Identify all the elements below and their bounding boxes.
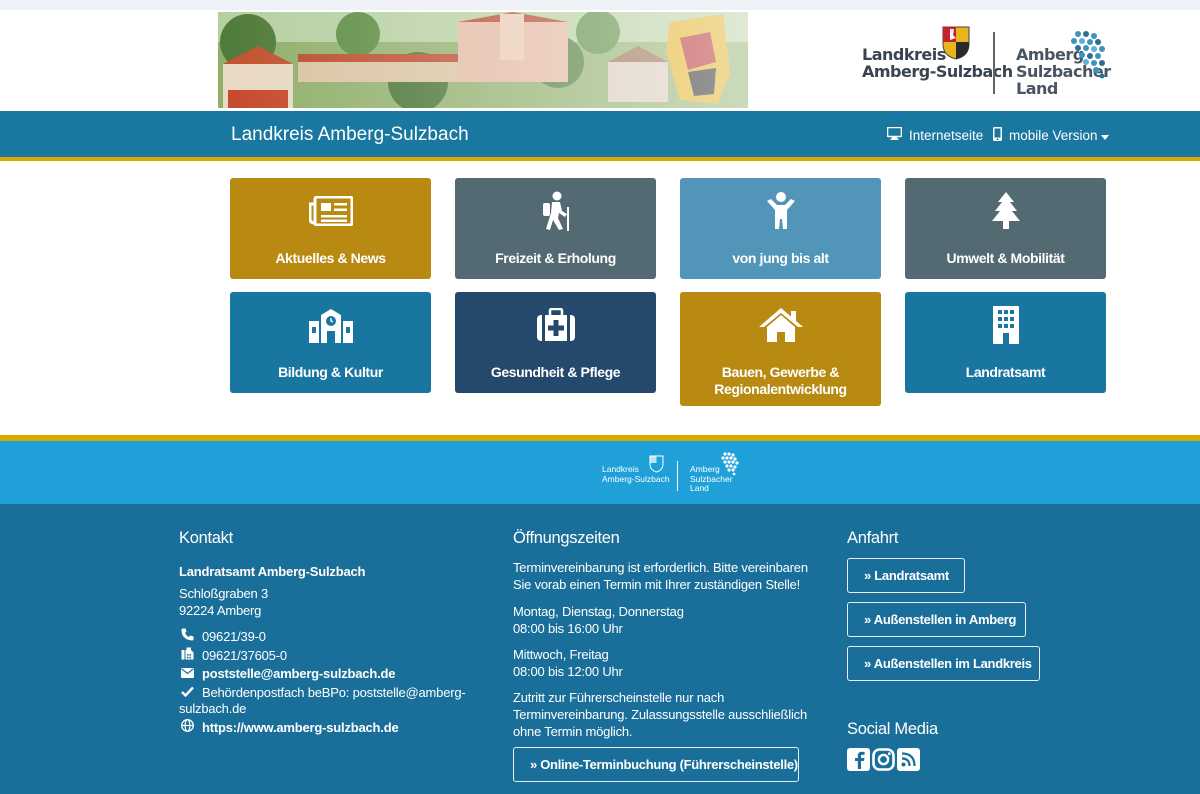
kontakt-website-value: https://www.amberg-sulzbach.de — [202, 719, 399, 735]
tile-jung-alt[interactable]: von jung bis alt — [680, 178, 881, 279]
tile-label: Bildung & Kultur — [278, 364, 383, 380]
oeffnung-block1: Montag, Dienstag, Donnerstag 08:00 bis 1… — [513, 603, 684, 637]
house-icon — [758, 306, 804, 344]
kontakt-phone[interactable]: 09621/39-0 — [181, 628, 266, 644]
oeffnung-hours1: 08:00 bis 16:00 Uhr — [513, 621, 623, 636]
oeffnung-p1: Terminvereinbarung ist erforderlich. Bit… — [513, 559, 808, 593]
monitor-icon — [886, 126, 903, 143]
landratsamt-directions-button[interactable]: » Landratsamt — [847, 558, 965, 593]
tile-label: Gesundheit & Pflege — [490, 364, 621, 380]
newspaper-icon — [308, 192, 353, 230]
phone-handset-icon — [181, 628, 194, 644]
oeffnung-p2-line3: ohne Termin möglich. — [513, 724, 633, 739]
kontakt-website-link[interactable]: https://www.amberg-sulzbach.de — [181, 719, 399, 735]
landkreis-logo-text: Landkreis Amberg-Sulzbach — [862, 46, 1013, 80]
kontakt-bebpo: Behördenpostfach beBPo: poststelle@amber… — [181, 685, 466, 700]
tile-bildung[interactable]: Bildung & Kultur — [230, 292, 431, 393]
footer-logo-amberg-line3: Land — [690, 483, 709, 493]
landkreis-logo-line1: Landkreis — [862, 45, 946, 64]
banner-photo — [218, 12, 748, 108]
tile-landratsamt[interactable]: Landratsamt — [905, 292, 1106, 393]
tile-bauen[interactable]: Bauen, Gewerbe & Regionalentwicklung — [680, 292, 881, 406]
footer-logo-divider — [677, 461, 678, 491]
kontakt-heading: Kontakt — [179, 529, 233, 547]
school-icon — [307, 306, 355, 344]
child-icon — [765, 192, 797, 230]
tile-label: Umwelt & Mobilität — [946, 250, 1065, 266]
instagram-icon[interactable] — [872, 748, 895, 771]
caret-down-icon — [1100, 128, 1109, 143]
tile-label-line1: Bauen, Gewerbe & — [721, 364, 840, 380]
oeffnung-hours2: 08:00 bis 12:00 Uhr — [513, 664, 623, 679]
kontakt-fax: 09621/37605-0 — [181, 647, 287, 663]
top-strip — [0, 0, 1200, 10]
tile-label: Bauen, Gewerbe & Regionalentwicklung — [680, 364, 881, 398]
coat-of-arms-icon — [942, 26, 970, 65]
footer-crest-icon — [649, 455, 664, 478]
oeffnung-p2-line2: Terminvereinbarung. Zulassungsstelle aus… — [513, 707, 807, 722]
tile-label-line2: Regionalentwicklung — [714, 381, 847, 397]
rss-icon[interactable] — [897, 748, 920, 771]
footer-logo-band: Landkreis Amberg-Sulzbach Amberg Sulzbac… — [0, 441, 1200, 504]
fax-icon — [181, 647, 194, 663]
tile-label: von jung bis alt — [732, 250, 829, 266]
site-title[interactable]: Landkreis Amberg-Sulzbach — [231, 124, 469, 146]
envelope-icon — [181, 666, 194, 681]
oeffnung-days1: Montag, Dienstag, Donnerstag — [513, 604, 684, 619]
internet-version-label: Internetseite — [909, 127, 984, 143]
tile-label: Freizeit & Erholung — [495, 250, 616, 266]
mobile-version-dropdown[interactable]: mobile Version — [993, 127, 1109, 144]
oeffnung-days2: Mittwoch, Freitag — [513, 647, 609, 662]
tile-aktuelles[interactable]: Aktuelles & News — [230, 178, 431, 279]
kontakt-fax-value: 09621/37605-0 — [202, 647, 287, 663]
oeffnung-block2: Mittwoch, Freitag 08:00 bis 12:00 Uhr — [513, 646, 623, 680]
oeffnung-p1-line2: Sie vorab einen Termin mit Ihrer zuständ… — [513, 577, 801, 592]
navbar-accent-line — [0, 157, 1200, 161]
social-heading: Social Media — [847, 720, 938, 738]
tree-icon — [991, 192, 1021, 230]
kontakt-bebpo-line2: sulzbach.de — [179, 701, 247, 716]
tile-label: Landratsamt — [965, 364, 1046, 380]
facebook-icon[interactable] — [847, 748, 870, 771]
medical-kit-icon — [536, 306, 576, 344]
kontakt-bebpo-line1: Behördenpostfach beBPo: poststelle@amber… — [202, 685, 466, 700]
kontakt-phone-value: 09621/39-0 — [202, 628, 266, 644]
anfahrt-heading: Anfahrt — [847, 529, 899, 547]
dot-cluster-icon — [1064, 30, 1108, 85]
header-banner: Landkreis Amberg-Sulzbach Amberg Sulzbac… — [0, 10, 1200, 111]
mobile-version-label: mobile Version — [1009, 128, 1098, 143]
footer-dot-cluster-icon — [718, 452, 740, 483]
tile-freizeit[interactable]: Freizeit & Erholung — [455, 178, 656, 279]
logo-divider — [993, 32, 995, 94]
oeffnung-p2: Zutritt zur Führerscheinstelle nur nach … — [513, 689, 807, 740]
online-booking-button[interactable]: » Online-Terminbuchung (Führerscheinstel… — [513, 747, 799, 782]
building-icon — [991, 306, 1021, 344]
oeffnung-heading: Öffnungszeiten — [513, 529, 620, 547]
landkreis-logo-line2: Amberg-Sulzbach — [862, 62, 1013, 81]
checkmark-icon — [181, 685, 194, 700]
hiker-icon — [540, 191, 572, 231]
aussenstellen-amberg-button[interactable]: » Außenstellen in Amberg — [847, 602, 1026, 637]
tile-gesundheit[interactable]: Gesundheit & Pflege — [455, 292, 656, 393]
aussenstellen-landkreis-button[interactable]: » Außenstellen im Landkreis — [847, 646, 1040, 681]
kontakt-city: 92224 Amberg — [179, 603, 262, 618]
oeffnung-p2-line1: Zutritt zur Führerscheinstelle nur nach — [513, 690, 725, 705]
internet-version-link[interactable]: Internetseite — [886, 126, 984, 143]
tile-label: Aktuelles & News — [275, 250, 386, 266]
globe-icon — [181, 719, 194, 735]
kontakt-street: Schloßgraben 3 — [179, 586, 268, 601]
tile-umwelt[interactable]: Umwelt & Mobilität — [905, 178, 1106, 279]
kontakt-email-link[interactable]: poststelle@amberg-sulzbach.de — [181, 666, 395, 681]
kontakt-org: Landratsamt Amberg-Sulzbach — [179, 564, 366, 579]
kontakt-email-value: poststelle@amberg-sulzbach.de — [202, 666, 396, 681]
oeffnung-p1-line1: Terminvereinbarung ist erforderlich. Bit… — [513, 560, 808, 575]
phone-icon — [993, 127, 1002, 144]
